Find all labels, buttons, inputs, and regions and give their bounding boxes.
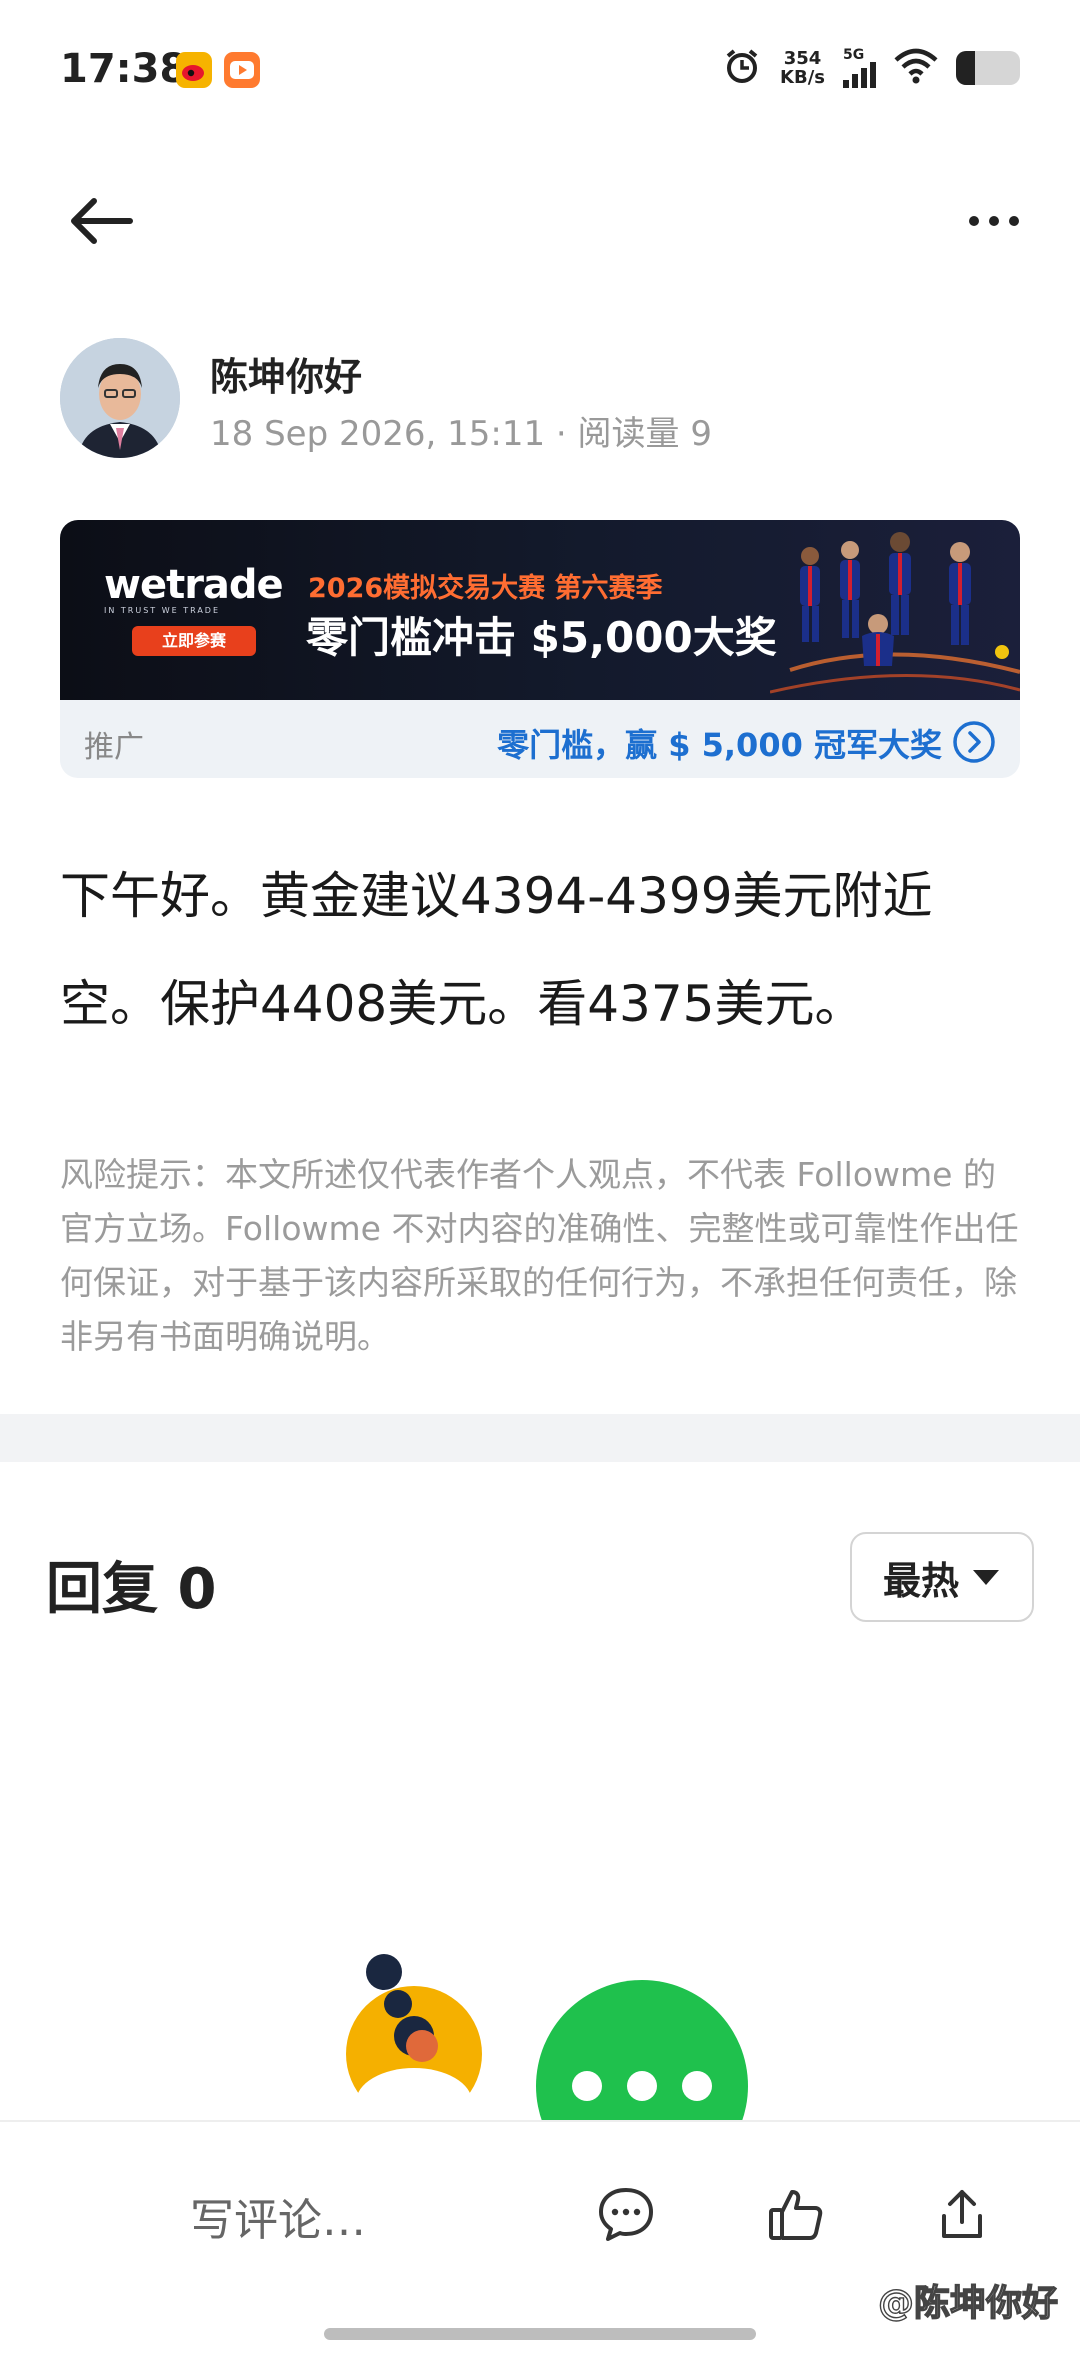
empty-state-icon: [346, 1954, 748, 2122]
ad-headline-1: 2026模拟交易大赛 第六赛季: [308, 573, 663, 604]
wifi-icon: [894, 48, 938, 88]
ad-headline-2: 零门槛冲击 $5,000大奖: [306, 613, 777, 662]
ad-card[interactable]: wetrade IN TRUST WE TRADE 立即参赛 2026模拟交易大赛…: [60, 520, 1020, 778]
post-meta: 18 Sep 2026, 15:11 · 阅读量 9: [210, 414, 712, 454]
thumbs-up-icon: [769, 2190, 823, 2240]
comment-input[interactable]: 写评论…: [190, 2184, 366, 2248]
comment-button[interactable]: [596, 2184, 656, 2244]
more-horizontal-icon: [969, 216, 1019, 226]
weibo-notification-icon: [176, 52, 212, 88]
empty-replies-illustration: [340, 1950, 760, 2122]
ad-join-button[interactable]: 立即参赛: [132, 626, 256, 656]
author-name[interactable]: 陈坤你好: [210, 346, 362, 401]
like-button[interactable]: [766, 2184, 826, 2244]
ad-footer[interactable]: 推广 零门槛，赢 $ 5,000 冠军大奖: [60, 700, 1020, 778]
ad-promo-text[interactable]: 零门槛，赢 $ 5,000 冠军大奖: [497, 720, 942, 766]
alarm-icon: [722, 46, 762, 90]
more-options-button[interactable]: [954, 191, 1034, 251]
chevron-right-circle-icon[interactable]: [952, 720, 996, 764]
post-content: 下午好。黄金建议4394-4399美元附近空。保护4408美元。看4375美元。: [60, 867, 933, 1033]
sort-label: 最热: [882, 1558, 959, 1603]
status-time: 17:38: [60, 46, 188, 92]
ad-banner[interactable]: wetrade IN TRUST WE TRADE 立即参赛 2026模拟交易大赛…: [60, 520, 1020, 700]
top-nav: [0, 175, 1080, 265]
section-divider: [0, 1414, 1080, 1462]
ad-label: 推广: [84, 730, 144, 765]
replies-count-title: 回复 0: [46, 1557, 217, 1622]
watermark: @陈坤你好: [877, 2282, 1058, 2324]
home-indicator[interactable]: [324, 2328, 756, 2340]
caret-down-icon: [973, 1570, 999, 1585]
share-button[interactable]: [932, 2184, 992, 2244]
status-bar: 17:38 354 KB/s 5G: [0, 0, 1080, 140]
network-speed: 354 KB/s: [780, 48, 825, 88]
wetrade-logo: wetrade IN TRUST WE TRADE: [104, 562, 284, 615]
share-icon: [942, 2190, 982, 2238]
football-players-image: [770, 532, 1020, 694]
sort-dropdown[interactable]: 最热: [850, 1532, 1034, 1622]
battery-icon: [956, 51, 1020, 85]
back-button[interactable]: [66, 191, 140, 251]
risk-disclaimer: 风险提示：本文所述仅代表作者个人观点，不代表 Followme 的官方立场。Fo…: [60, 1155, 1019, 1356]
chat-bubble-icon: [599, 2188, 653, 2241]
bottom-action-bar: 写评论… @陈坤你好: [0, 2120, 1080, 2358]
signal-bars-icon: [843, 62, 876, 88]
video-app-notification-icon: [224, 52, 260, 88]
cell-signal: 5G: [843, 48, 876, 88]
author-avatar[interactable]: [60, 338, 180, 458]
author-header: 陈坤你好 18 Sep 2026, 15:11 · 阅读量 9: [60, 338, 1020, 462]
arrow-left-icon: [71, 198, 133, 244]
